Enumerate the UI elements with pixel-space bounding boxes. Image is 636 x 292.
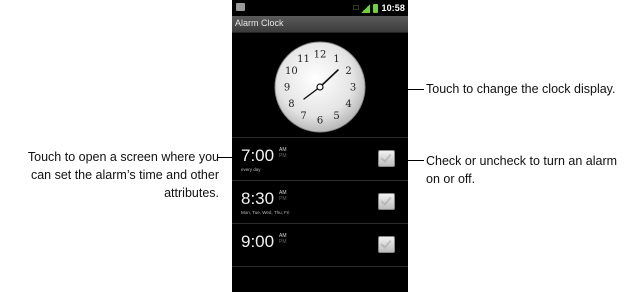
alarm-days: Mon, Tue, Wed, Thu, Fri [241, 210, 290, 215]
clock-numeral: 12 [314, 50, 327, 61]
callout-clock-display: Touch to change the clock display. [426, 82, 616, 96]
clock-numeral: 4 [345, 99, 351, 110]
alarm-time: 7:00 [241, 146, 275, 165]
status-bar: □ 10:58 [232, 0, 408, 16]
alarm-ampm: AM PM [279, 233, 287, 245]
clock-numeral: 9 [284, 83, 290, 94]
alarm-row[interactable]: 9:00 AM PM [232, 223, 408, 267]
app-title: Alarm Clock [235, 18, 284, 28]
alarm-row[interactable]: 8:30 AM PM Mon, Tue, Wed, Thu, Fri [232, 180, 408, 223]
clock-face-icon[interactable]: 12 12 3 45678 9 1011 [274, 41, 366, 133]
alarm-pm-label: PM [279, 153, 287, 159]
analog-clock[interactable]: 12 1 2 3 4 5 6 7 8 9 10 11 [232, 33, 408, 140]
status-right-group: □ 10:58 [354, 2, 405, 14]
callout-checkbox: Check or uncheck to turn an alarm on or … [426, 152, 617, 188]
clock-numeral: 1 [333, 54, 339, 65]
page: Touch to open a screen where you can set… [0, 0, 636, 292]
alarm-enable-checkbox[interactable] [378, 150, 395, 167]
alarm-time: 8:30 [241, 189, 275, 208]
callout-open-line3: attributes. [164, 186, 219, 200]
alarm-enable-checkbox[interactable] [378, 193, 395, 210]
callout-checkbox-line1: Check or uncheck to turn an alarm [426, 154, 618, 168]
usb-icon: □ [353, 3, 359, 12]
phone-screen: □ 10:58 Alarm Clock 12 1 2 3 4 5 6 7 8 9 10 11 [232, 0, 408, 292]
status-time: 10:58 [381, 3, 405, 13]
clock-numeral: 6 [317, 116, 323, 127]
alarm-ampm: AM PM [279, 190, 287, 202]
alarm-row[interactable]: 7:00 AM PM every day [232, 137, 408, 180]
clock-numeral: 10 [285, 66, 298, 77]
clock-numeral: 7 [300, 111, 306, 122]
notification-icon [236, 3, 245, 11]
alarm-list: 7:00 AM PM every day 8:30 AM PM Mon, Tue… [232, 137, 408, 267]
clock-center [316, 83, 324, 91]
callout-open-line1: Touch to open a screen where you [27, 150, 219, 164]
battery-icon [373, 3, 379, 13]
callout-checkbox-line2: on or off. [426, 172, 476, 186]
clock-numeral: 11 [297, 54, 310, 65]
clock-numeral: 8 [288, 99, 294, 110]
alarm-time: 9:00 [241, 232, 275, 251]
app-title-bar: Alarm Clock [232, 16, 408, 33]
signal-icon [361, 3, 371, 13]
clock-numeral: 2 [345, 66, 351, 77]
callout-open-line2: can set the alarm’s time and other [30, 168, 219, 182]
callout-open-alarm: Touch to open a screen where you can set… [3, 148, 219, 202]
alarm-ampm: AM PM [279, 147, 287, 159]
clock-numeral: 3 [350, 83, 356, 94]
alarm-enable-checkbox[interactable] [378, 236, 395, 253]
alarm-days: every day [241, 167, 261, 172]
alarm-pm-label: PM [279, 196, 287, 202]
clock-numeral: 5 [333, 111, 339, 122]
alarm-pm-label: PM [279, 239, 287, 245]
